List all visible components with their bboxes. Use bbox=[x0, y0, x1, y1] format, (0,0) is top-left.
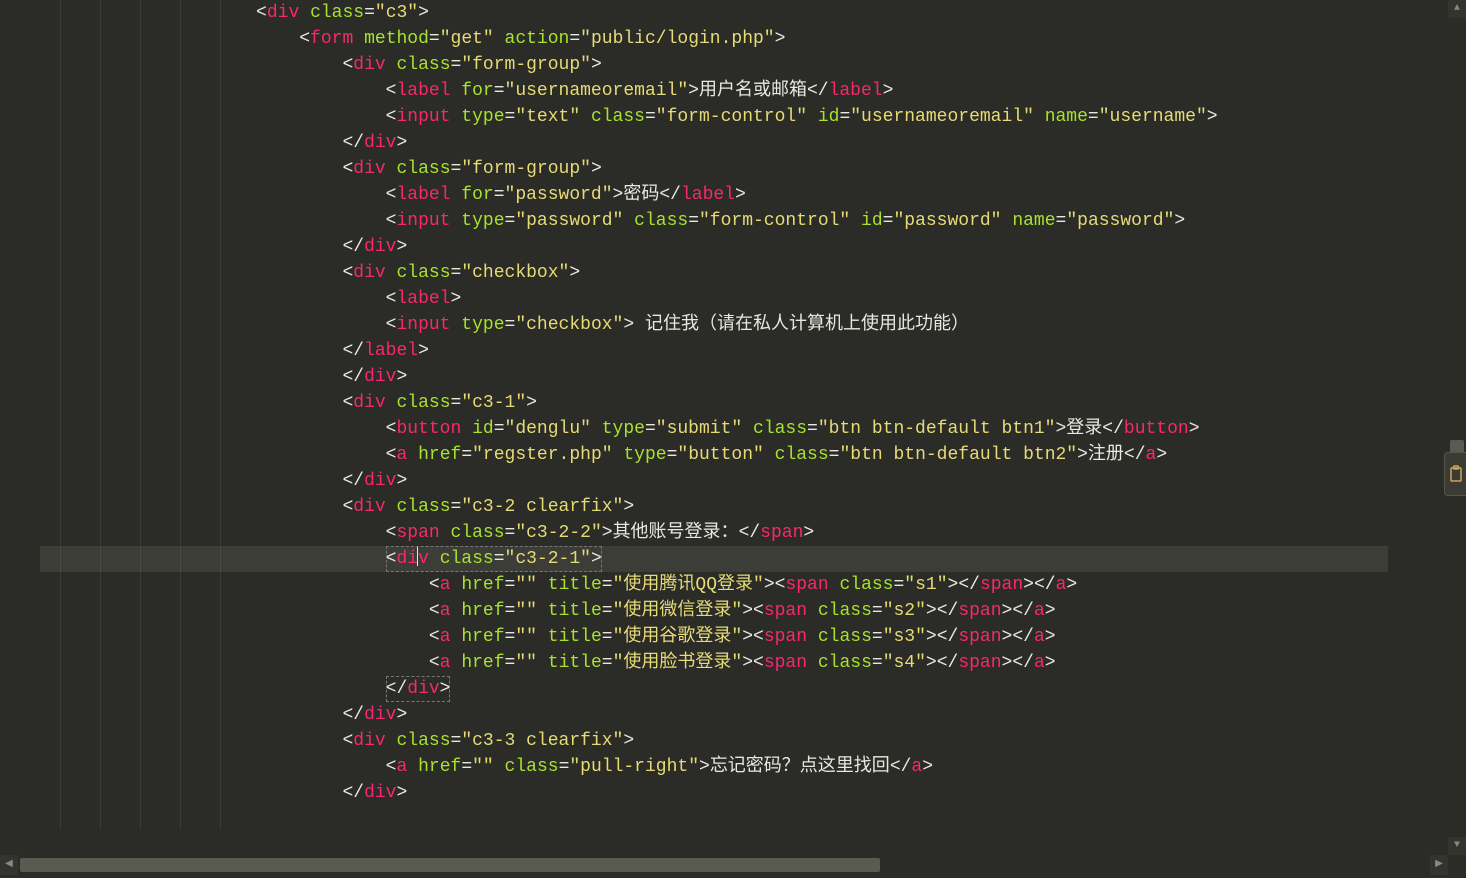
code-line[interactable]: <div class="c3-3 clearfix"> bbox=[40, 728, 1388, 754]
code-line[interactable]: <label> bbox=[40, 286, 1388, 312]
code-line[interactable]: <a href="" title="使用微信登录"><span class="s… bbox=[40, 598, 1388, 624]
code-line[interactable]: <input type="checkbox"> 记住我（请在私人计算机上使用此功… bbox=[40, 312, 1388, 338]
side-panel-toggle[interactable] bbox=[1444, 452, 1466, 496]
code-line[interactable]: <div class="c3-1"> bbox=[40, 390, 1388, 416]
code-editor[interactable]: <div class="c3"> <form method="get" acti… bbox=[0, 0, 1388, 830]
code-area[interactable]: <div class="c3"> <form method="get" acti… bbox=[40, 0, 1388, 806]
code-line[interactable]: <a href="regster.php" type="button" clas… bbox=[40, 442, 1388, 468]
code-line[interactable]: <div class="form-group"> bbox=[40, 52, 1388, 78]
code-line[interactable]: <div class="form-group"> bbox=[40, 156, 1388, 182]
code-line[interactable]: <label for="usernameoremail">用户名或邮箱</lab… bbox=[40, 78, 1388, 104]
code-line[interactable]: </div> bbox=[40, 676, 1388, 702]
code-line[interactable]: </div> bbox=[40, 780, 1388, 806]
vertical-scrollbar[interactable]: ▲ ▼ bbox=[1448, 0, 1466, 855]
code-line[interactable]: <form method="get" action="public/login.… bbox=[40, 26, 1388, 52]
code-line[interactable]: <div class="c3-2-1"> bbox=[40, 546, 1388, 572]
horizontal-scroll-thumb[interactable] bbox=[20, 858, 880, 872]
code-line[interactable]: </div> bbox=[40, 234, 1388, 260]
code-line[interactable]: <a href="" title="使用脸书登录"><span class="s… bbox=[40, 650, 1388, 676]
code-line[interactable]: <div class="checkbox"> bbox=[40, 260, 1388, 286]
code-line[interactable]: </div> bbox=[40, 130, 1388, 156]
gutter bbox=[0, 0, 40, 830]
code-line[interactable]: <div class="c3"> bbox=[40, 0, 1388, 26]
code-line[interactable]: <button id="denglu" type="submit" class=… bbox=[40, 416, 1388, 442]
code-line[interactable]: <input type="text" class="form-control" … bbox=[40, 104, 1388, 130]
horizontal-scrollbar[interactable]: ◀ ▶ bbox=[0, 855, 1448, 875]
code-line[interactable]: <label for="password">密码</label> bbox=[40, 182, 1388, 208]
code-line[interactable]: <a href="" class="pull-right">忘记密码？点这里找回… bbox=[40, 754, 1388, 780]
code-line[interactable]: </div> bbox=[40, 468, 1388, 494]
scroll-down-icon[interactable]: ▼ bbox=[1448, 837, 1466, 855]
code-line[interactable]: </div> bbox=[40, 702, 1388, 728]
clipboard-icon bbox=[1449, 465, 1463, 483]
code-line[interactable]: <a href="" title="使用腾讯QQ登录"><span class=… bbox=[40, 572, 1388, 598]
code-line[interactable]: </div> bbox=[40, 364, 1388, 390]
code-line[interactable]: </label> bbox=[40, 338, 1388, 364]
code-line[interactable]: <a href="" title="使用谷歌登录"><span class="s… bbox=[40, 624, 1388, 650]
scroll-up-icon[interactable]: ▲ bbox=[1448, 0, 1466, 18]
code-line[interactable]: <div class="c3-2 clearfix"> bbox=[40, 494, 1388, 520]
code-line[interactable]: <input type="password" class="form-contr… bbox=[40, 208, 1388, 234]
code-line[interactable]: <span class="c3-2-2">其他账号登录：</span> bbox=[40, 520, 1388, 546]
scroll-left-icon[interactable]: ◀ bbox=[0, 855, 18, 875]
scroll-right-icon[interactable]: ▶ bbox=[1430, 855, 1448, 875]
